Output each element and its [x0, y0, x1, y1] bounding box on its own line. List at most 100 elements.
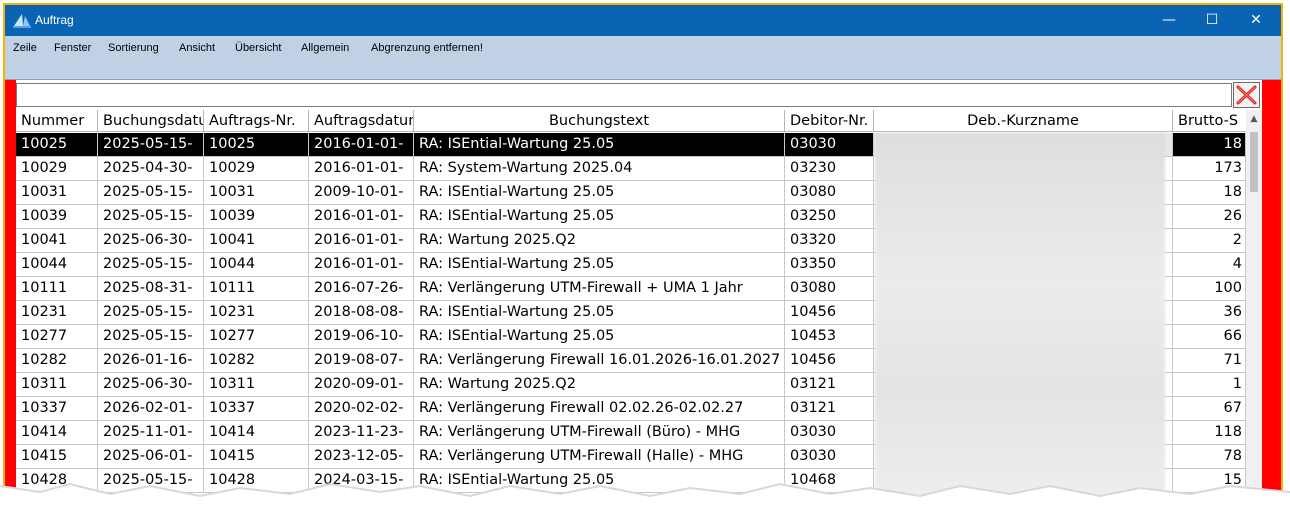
cell-nummer[interactable]: 10231 [16, 301, 98, 325]
filter-input[interactable] [16, 83, 1232, 107]
cell-auftragsdatum[interactable]: 2016-01-01- [309, 253, 414, 277]
cell-auftrags-nr[interactable]: 10311 [204, 373, 309, 397]
cell-nummer[interactable]: 10337 [16, 397, 98, 421]
cell-buchungstext[interactable]: RA: Wartung 2025.Q2 [414, 229, 785, 253]
cell-debitor-nr[interactable]: 10456 [785, 301, 874, 325]
cell-auftragsdatum[interactable]: 2016-01-01- [309, 157, 414, 181]
cell-debitor-nr[interactable]: 03121 [785, 397, 874, 421]
cell-brutto[interactable]: 18 [1173, 181, 1246, 205]
cell-buchungsdatum[interactable]: 2025-05-15- [98, 325, 204, 349]
cell-buchungsdatum[interactable]: 2025-11-01- [98, 421, 204, 445]
menu-allgemein[interactable]: Allgemein [301, 42, 349, 54]
minimize-button[interactable]: — [1146, 5, 1192, 36]
cell-auftragsdatum[interactable]: 2018-08-08- [309, 301, 414, 325]
cell-auftragsdatum[interactable]: 2019-06-10- [309, 325, 414, 349]
column-header-auftrags-nr[interactable]: Auftrags-Nr. [204, 110, 309, 132]
cell-buchungstext[interactable]: RA: System-Wartung 2025.04 [414, 157, 785, 181]
cell-buchungstext[interactable]: RA: Verlängerung Firewall 16.01.2026-16.… [414, 349, 785, 373]
cell-auftrags-nr[interactable]: 10415 [204, 445, 309, 469]
cell-brutto[interactable]: 26 [1173, 205, 1246, 229]
menu-ansicht[interactable]: Ansicht [179, 42, 215, 54]
cell-nummer[interactable]: 10415 [16, 445, 98, 469]
cell-debitor-nr[interactable]: 03250 [785, 205, 874, 229]
menu-zeile[interactable]: Zeile [13, 42, 37, 54]
cell-debitor-nr[interactable]: 03350 [785, 253, 874, 277]
cell-auftrags-nr[interactable]: 10041 [204, 229, 309, 253]
cell-brutto[interactable]: 4 [1173, 253, 1246, 277]
cell-auftragsdatum[interactable]: 2016-01-01- [309, 229, 414, 253]
cell-auftrags-nr[interactable]: 10025 [204, 133, 309, 157]
cell-brutto[interactable]: 71 [1173, 349, 1246, 373]
column-header-brutto[interactable]: Brutto-S [1173, 110, 1246, 132]
cell-debitor-nr[interactable]: 03030 [785, 421, 874, 445]
cell-auftrags-nr[interactable]: 10111 [204, 277, 309, 301]
cell-nummer[interactable]: 10039 [16, 205, 98, 229]
cell-buchungstext[interactable]: RA: Verlängerung Firewall 02.02.26-02.02… [414, 397, 785, 421]
column-header-deb-kurzname[interactable]: Deb.-Kurzname [874, 110, 1173, 132]
cell-buchungsdatum[interactable]: 2025-05-15- [98, 181, 204, 205]
cell-nummer[interactable]: 10282 [16, 349, 98, 373]
cell-nummer[interactable]: 10111 [16, 277, 98, 301]
cell-auftrags-nr[interactable]: 10337 [204, 397, 309, 421]
cell-brutto[interactable]: 1 [1173, 373, 1246, 397]
clear-filter-button[interactable] [1233, 82, 1260, 108]
cell-auftrags-nr[interactable]: 10029 [204, 157, 309, 181]
cell-brutto[interactable]: 67 [1173, 397, 1246, 421]
cell-buchungstext[interactable]: RA: Wartung 2025.Q2 [414, 373, 785, 397]
cell-buchungstext[interactable]: RA: ISEntial-Wartung 25.05 [414, 181, 785, 205]
cell-auftragsdatum[interactable]: 2020-02-02- [309, 397, 414, 421]
cell-debitor-nr[interactable]: 03030 [785, 445, 874, 469]
cell-buchungsdatum[interactable]: 2026-02-01- [98, 397, 204, 421]
cell-auftrags-nr[interactable]: 10231 [204, 301, 309, 325]
cell-nummer[interactable]: 10025 [16, 133, 98, 157]
column-header-nummer[interactable]: Nummer [16, 110, 98, 132]
cell-buchungsdatum[interactable]: 2025-06-30- [98, 229, 204, 253]
cell-buchungstext[interactable]: RA: ISEntial-Wartung 25.05 [414, 133, 785, 157]
cell-debitor-nr[interactable]: 03080 [785, 277, 874, 301]
cell-debitor-nr[interactable]: 03030 [785, 133, 874, 157]
cell-auftrags-nr[interactable]: 10277 [204, 325, 309, 349]
cell-brutto[interactable]: 78 [1173, 445, 1246, 469]
cell-debitor-nr[interactable]: 10456 [785, 349, 874, 373]
cell-buchungsdatum[interactable]: 2025-06-30- [98, 373, 204, 397]
cell-auftrags-nr[interactable]: 10039 [204, 205, 309, 229]
cell-buchungstext[interactable]: RA: Verlängerung UTM-Firewall (Büro) - M… [414, 421, 785, 445]
menu-abgrenzung-entfernen[interactable]: Abgrenzung entfernen! [371, 42, 483, 54]
cell-buchungsdatum[interactable]: 2025-05-15- [98, 133, 204, 157]
cell-auftragsdatum[interactable]: 2016-01-01- [309, 133, 414, 157]
cell-nummer[interactable]: 10414 [16, 421, 98, 445]
maximize-button[interactable]: ☐ [1189, 5, 1235, 36]
cell-auftragsdatum[interactable]: 2023-12-05- [309, 445, 414, 469]
cell-debitor-nr[interactable]: 03080 [785, 181, 874, 205]
cell-brutto[interactable]: 18 [1173, 133, 1246, 157]
cell-auftrags-nr[interactable]: 10282 [204, 349, 309, 373]
scroll-up-icon[interactable]: ▲ [1246, 110, 1262, 128]
cell-buchungsdatum[interactable]: 2025-06-01- [98, 445, 204, 469]
column-header-debitor-nr[interactable]: Debitor-Nr. [785, 110, 874, 132]
cell-auftrags-nr[interactable]: 10414 [204, 421, 309, 445]
cell-debitor-nr[interactable]: 03121 [785, 373, 874, 397]
close-button[interactable]: ✕ [1233, 5, 1279, 36]
cell-buchungsdatum[interactable]: 2025-05-15- [98, 253, 204, 277]
cell-auftrags-nr[interactable]: 10031 [204, 181, 309, 205]
cell-auftrags-nr[interactable]: 10044 [204, 253, 309, 277]
cell-buchungsdatum[interactable]: 2025-04-30- [98, 157, 204, 181]
column-header-buchungsdatum[interactable]: Buchungsdatum [98, 110, 204, 132]
cell-buchungstext[interactable]: RA: ISEntial-Wartung 25.05 [414, 301, 785, 325]
cell-auftragsdatum[interactable]: 2019-08-07- [309, 349, 414, 373]
cell-auftragsdatum[interactable]: 2016-01-01- [309, 205, 414, 229]
menu-uebersicht[interactable]: Übersicht [235, 42, 281, 54]
scroll-thumb[interactable] [1250, 132, 1258, 192]
cell-nummer[interactable]: 10311 [16, 373, 98, 397]
cell-buchungsdatum[interactable]: 2025-05-15- [98, 301, 204, 325]
column-header-auftragsdatum[interactable]: Auftragsdatum [309, 110, 414, 132]
cell-brutto[interactable]: 66 [1173, 325, 1246, 349]
cell-nummer[interactable]: 10031 [16, 181, 98, 205]
cell-buchungstext[interactable]: RA: ISEntial-Wartung 25.05 [414, 325, 785, 349]
cell-brutto[interactable]: 2 [1173, 229, 1246, 253]
cell-debitor-nr[interactable]: 03320 [785, 229, 874, 253]
cell-auftragsdatum[interactable]: 2009-10-01- [309, 181, 414, 205]
cell-brutto[interactable]: 173 [1173, 157, 1246, 181]
cell-buchungsdatum[interactable]: 2025-05-15- [98, 205, 204, 229]
cell-buchungsdatum[interactable]: 2026-01-16- [98, 349, 204, 373]
